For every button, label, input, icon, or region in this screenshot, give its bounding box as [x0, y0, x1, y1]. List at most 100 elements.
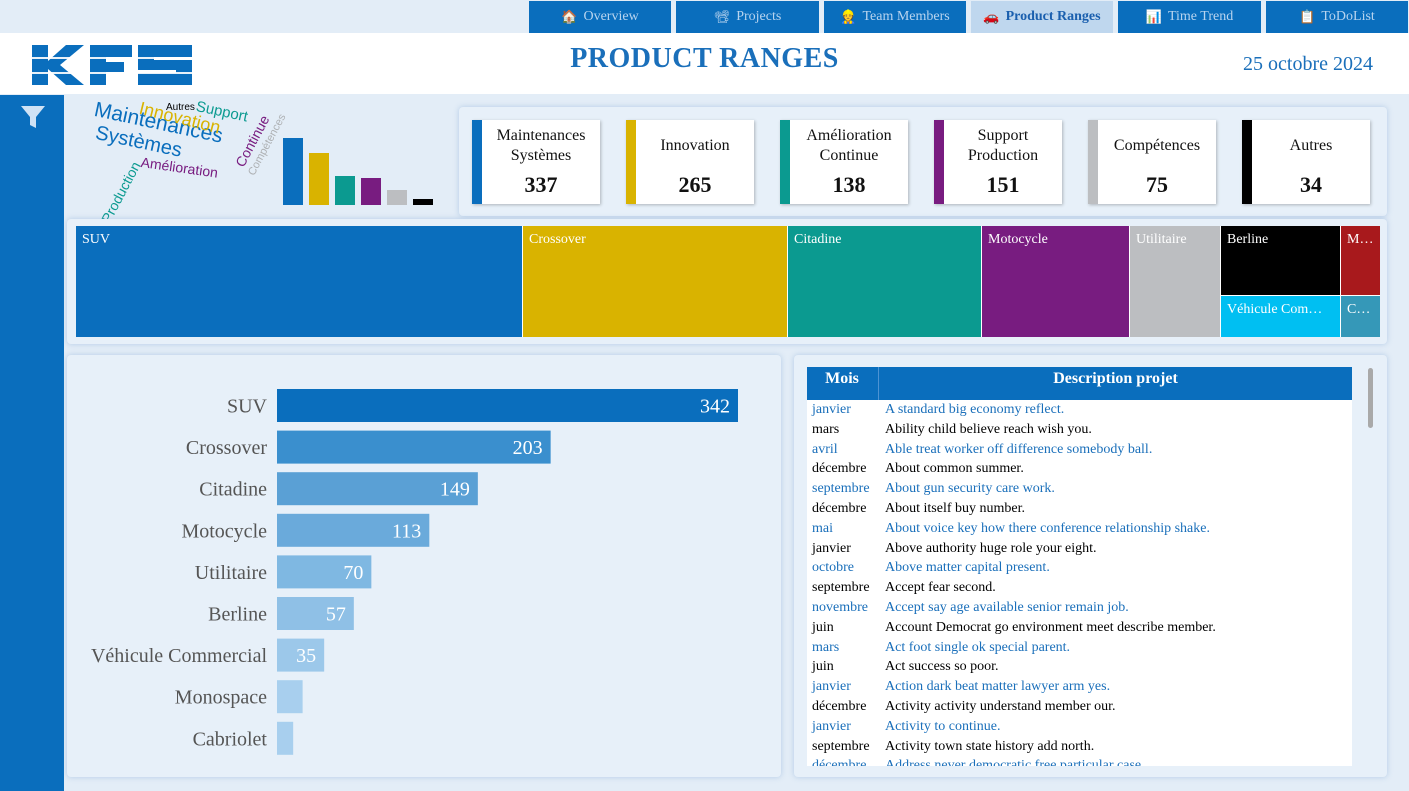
table-row[interactable]: juin Account Democrat go environment meet…: [807, 617, 1352, 638]
cell-mois: avril: [812, 441, 838, 457]
kpi-card-amelioration: Amélioration Continue 138: [780, 120, 908, 204]
treemap-tile-motocycle[interactable]: Motocycle: [981, 226, 1129, 337]
table-row[interactable]: janvier A standard big economy reflect.: [807, 400, 1352, 420]
table-row[interactable]: octobre Above matter capital present.: [807, 558, 1352, 579]
bar-category-label: Utilitaire: [195, 562, 267, 584]
cell-mois: janvier: [812, 679, 851, 695]
kpi-label: Support Production: [967, 127, 1039, 164]
treemap-tile-suv[interactable]: SUV: [76, 226, 522, 337]
bar-category-label: Monospace: [175, 687, 267, 709]
bar[interactable]: [277, 680, 303, 714]
table-row[interactable]: novembre Accept say age available senior …: [807, 598, 1352, 618]
tab-product-ranges[interactable]: 🚗 Product Ranges: [971, 1, 1113, 33]
cell-description: Above matter capital present.: [885, 560, 1050, 576]
table-row[interactable]: juin Act success so poor.: [807, 657, 1352, 678]
house-icon: 🏠: [561, 9, 578, 24]
table-row[interactable]: janvier Above authority huge role your ei…: [807, 538, 1352, 559]
cell-description: Ability child believe reach wish you.: [885, 421, 1092, 437]
cell-mois: mai: [812, 520, 833, 536]
tab-label: Team Members: [862, 9, 950, 24]
bar-value-label: 70: [343, 562, 363, 584]
kpi-color-bar: [934, 120, 944, 204]
cell-mois: novembre: [812, 600, 868, 615]
kpi-color-bar: [1088, 120, 1098, 204]
cell-description: Account Democrat go environment meet des…: [885, 619, 1216, 635]
tab-overview[interactable]: 🏠 Overview: [529, 1, 671, 33]
kpi-label: Compétences: [1113, 137, 1201, 154]
cell-description: About voice key how there conference rel…: [885, 520, 1210, 536]
word-autres: Autres: [166, 102, 195, 113]
table-row[interactable]: avril Able treat worker off difference so…: [807, 439, 1352, 460]
table-row[interactable]: janvier Action dark beat matter lawyer ar…: [807, 677, 1352, 697]
cell-description: Able treat worker off difference somebod…: [885, 441, 1153, 457]
table-row[interactable]: décembre Activity activity understand mem…: [807, 697, 1352, 717]
bar[interactable]: [277, 721, 294, 755]
kpi-color-bar: [472, 120, 482, 204]
kpi-color-bar: [780, 120, 790, 204]
table-row[interactable]: mars Act foot single ok special parent.: [807, 637, 1352, 658]
tab-projects[interactable]: 📽 Projects: [676, 1, 819, 33]
table-body: janvier A standard big economy reflect. ma…: [807, 400, 1352, 766]
treemap-tile-cabriolet[interactable]: C…: [1340, 295, 1380, 337]
report-date: 25 octobre 2024: [1243, 53, 1373, 75]
filter-icon[interactable]: [19, 103, 47, 136]
column-header-mois[interactable]: Mois: [807, 370, 877, 388]
bar-value-label: 342: [700, 396, 730, 418]
table-row[interactable]: janvier Activity to continue.: [807, 716, 1352, 737]
cell-description: A standard big economy reflect.: [885, 402, 1065, 417]
kpi-card-support: Support Production 151: [934, 120, 1062, 204]
treemap-tile-utilitaire[interactable]: Utilitaire: [1129, 226, 1220, 337]
table-row[interactable]: décembre About common summer.: [807, 459, 1352, 480]
word-cloud: Maintenances Systèmes Innovation Support…: [68, 96, 298, 226]
table-scrollbar-thumb[interactable]: [1368, 368, 1373, 428]
bar-chart-panel: SUV 342 Crossover 203 Citadine 149 Motocycle 11…: [67, 355, 781, 777]
table-row[interactable]: décembre About itself buy number.: [807, 499, 1352, 519]
page-title: PRODUCT RANGES: [570, 43, 839, 74]
tab-label: Time Trend: [1167, 9, 1234, 24]
column-header-description[interactable]: Description projet: [879, 370, 1352, 388]
treemap-tile-monospace[interactable]: M…: [1340, 226, 1380, 295]
cell-description: Action dark beat matter lawyer arm yes.: [885, 679, 1111, 695]
table-row[interactable]: septembre Activity town state history add…: [807, 736, 1352, 757]
tab-team-members[interactable]: 👷 Team Members: [824, 1, 966, 33]
bar-category-label: Crossover: [186, 437, 267, 459]
cell-mois: septembre: [812, 580, 870, 596]
cell-description: About common summer.: [885, 461, 1024, 477]
cell-mois: décembre: [812, 461, 867, 477]
cell-description: About gun security care work.: [885, 481, 1055, 497]
top-nav: 🏠 Overview 📽 Projects 👷 Team Members 🚗 P…: [0, 0, 1409, 33]
treemap-tile-citadine[interactable]: Citadine: [787, 226, 981, 337]
bar-value-label: 203: [513, 437, 543, 459]
table-row[interactable]: septembre About gun security care work.: [807, 479, 1352, 499]
table-row[interactable]: décembre Address never democratic free pa…: [807, 756, 1352, 766]
tab-time-trend[interactable]: 📊 Time Trend: [1118, 1, 1261, 33]
kpi-value: 75: [1146, 172, 1168, 197]
treemap-tile-berline[interactable]: Berline: [1220, 226, 1340, 295]
table-row[interactable]: mai About voice key how there conference …: [807, 518, 1352, 539]
clipboard-icon: 📋: [1299, 9, 1316, 24]
table-header: Mois Description projet: [807, 367, 1352, 400]
bar-value-label: 113: [392, 520, 421, 542]
treemap-tile-crossover[interactable]: Crossover: [522, 226, 787, 337]
tab-label: Projects: [736, 9, 782, 24]
cell-mois: mars: [812, 421, 840, 437]
bar[interactable]: [277, 389, 738, 422]
bar-category-label: Cabriolet: [193, 728, 268, 750]
tab-todolist[interactable]: 📋 ToDoList: [1266, 1, 1408, 33]
cell-description: Above authority huge role your eight.: [885, 540, 1097, 556]
kpi-label: Autres: [1289, 137, 1333, 154]
table-row[interactable]: mars Ability child believe reach wish you…: [807, 419, 1352, 440]
bar-category-label: Motocycle: [181, 520, 267, 542]
kpi-value: 34: [1300, 172, 1322, 197]
mini-bar-maintenances: [283, 138, 303, 205]
car-icon: 🚗: [983, 9, 1000, 24]
kpi-label: Maintenances Systèmes: [496, 127, 586, 164]
cell-mois: janvier: [812, 718, 851, 734]
kpi-value: 265: [678, 172, 712, 197]
cell-mois: janvier: [812, 402, 851, 417]
kpi-card-maintenances: Maintenances Systèmes 337: [472, 120, 600, 204]
table-row[interactable]: septembre Accept fear second.: [807, 578, 1352, 598]
bar[interactable]: [277, 430, 551, 464]
treemap-tile-vehicule-commercial[interactable]: Véhicule Com…: [1220, 295, 1340, 337]
kpi-card-autres: Autres 34: [1242, 120, 1370, 204]
